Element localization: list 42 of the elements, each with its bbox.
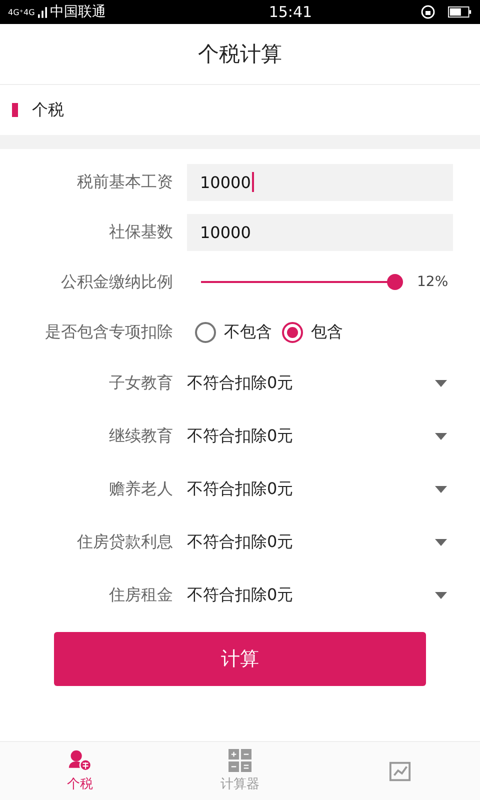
dropdown[interactable]: 不符合扣除0元: [187, 479, 459, 500]
radio-label[interactable]: 不包含: [224, 322, 272, 342]
field-label: 住房贷款利息: [76, 532, 173, 553]
chart-icon: [388, 760, 412, 782]
dropdown-arrow-icon: [435, 433, 447, 440]
radio-button[interactable]: [282, 322, 303, 342]
dropdown[interactable]: 不符合扣除0元: [187, 585, 459, 606]
dropdown-arrow-icon: [435, 539, 447, 546]
dropdown[interactable]: 不符合扣除0元: [187, 426, 459, 447]
nav-tab[interactable]: 个税: [0, 742, 160, 800]
page-title: 个税计算: [198, 41, 282, 68]
field-label: 赡养老人: [108, 479, 173, 500]
battery-icon: [448, 6, 472, 18]
signal-icon: [38, 6, 47, 18]
status-time: 15:41: [268, 3, 312, 21]
field-label: 税前基本工资: [76, 172, 173, 192]
field-label: 继续教育: [108, 426, 173, 447]
dropdown-arrow-icon: [435, 486, 447, 493]
calculator-icon: [228, 749, 252, 772]
slider-value: 12%: [417, 274, 448, 290]
field-label: 公积金缴纳比例: [60, 272, 173, 292]
rotation-lock-icon: [421, 5, 435, 19]
field-label: 是否包含专项扣除: [44, 322, 173, 342]
dropdown[interactable]: 不符合扣除0元: [187, 532, 459, 553]
field-label: 社保基数: [108, 222, 173, 242]
network-indicator: 4G⁺4G: [8, 8, 35, 16]
calculate-button[interactable]: 计算: [54, 632, 426, 686]
radio-button[interactable]: [195, 322, 216, 342]
field-label: 子女教育: [108, 373, 173, 394]
dropdown-arrow-icon: [435, 380, 447, 387]
nav-label: 个税: [67, 776, 93, 793]
section-title: 个税: [32, 100, 64, 120]
radio-label[interactable]: 包含: [311, 322, 343, 342]
field-label: 住房租金: [108, 585, 173, 606]
person-coin-icon: [68, 749, 92, 772]
section-marker: [12, 103, 18, 117]
input-field[interactable]: 10000: [187, 214, 453, 250]
dropdown-arrow-icon: [435, 592, 447, 599]
carrier-name: 中国联通: [50, 3, 106, 21]
dropdown[interactable]: 不符合扣除0元: [187, 373, 459, 394]
input-field[interactable]: 10000: [187, 164, 453, 200]
nav-label: 计算器: [220, 776, 260, 793]
